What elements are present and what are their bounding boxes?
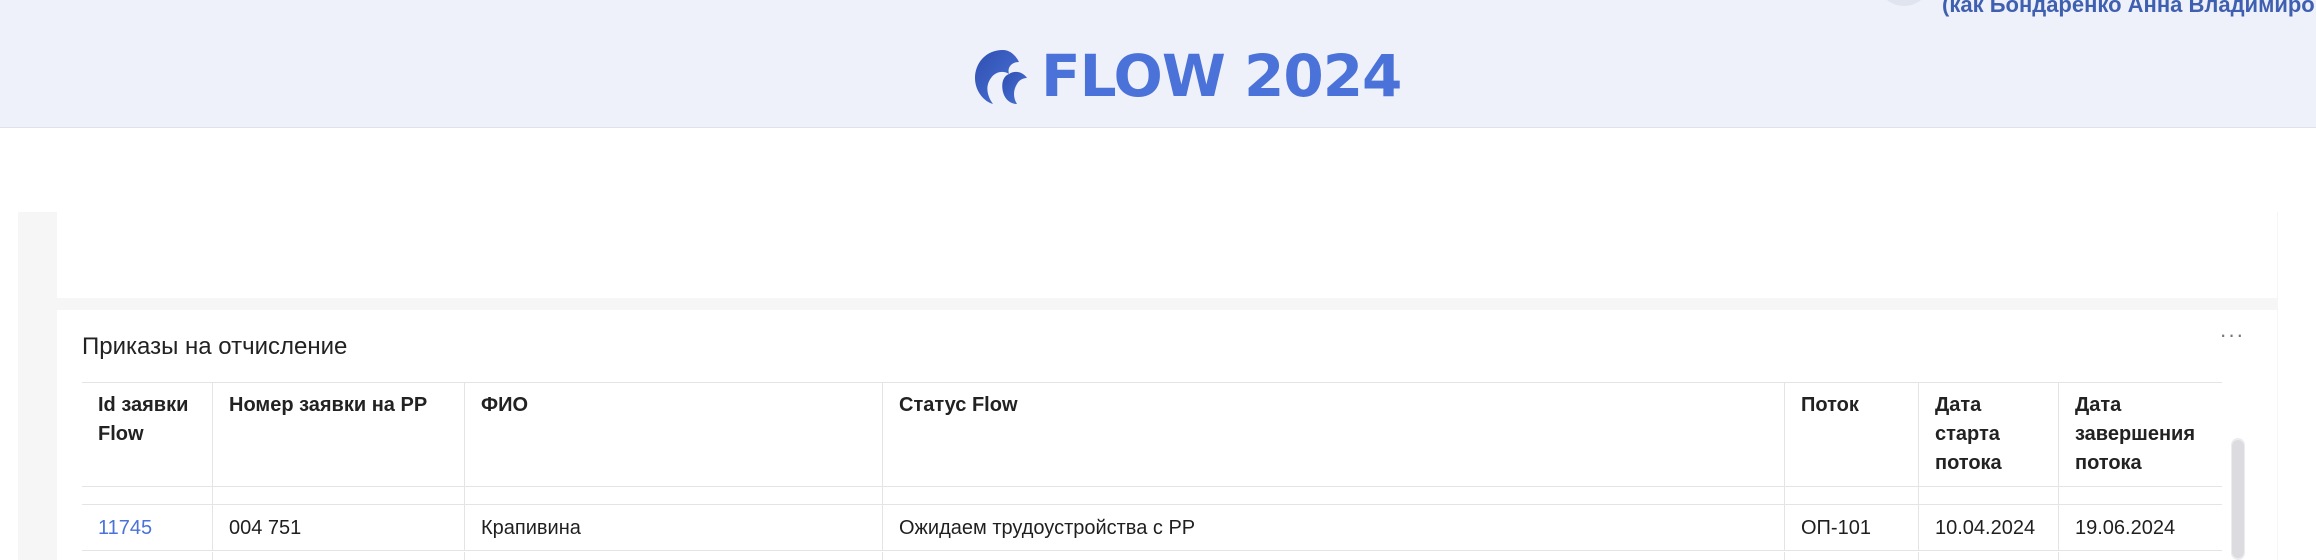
flow-logo-icon	[975, 50, 1027, 104]
table-row-partial	[82, 552, 2222, 560]
column-header-id[interactable]: Id заявки Flow	[82, 383, 213, 488]
cell-start-date: 10.04.2024	[1919, 505, 2059, 551]
column-header-end-date[interactable]: Дата завершения потока	[2059, 383, 2222, 488]
scrollbar-thumb[interactable]	[2232, 440, 2244, 558]
table-header: Id заявки Flow Номер заявки на РР ФИО Ст…	[82, 382, 2222, 488]
empty-widget	[57, 212, 2277, 298]
column-header-number[interactable]: Номер заявки на РР	[213, 383, 465, 488]
table-row[interactable]: 11745 004 751 Крапивина Ожидаем трудоуст…	[82, 505, 2222, 551]
cell-stream: ОП-101	[1785, 505, 1919, 551]
column-header-start-date[interactable]: Дата старта потока	[1919, 383, 2059, 488]
vertical-scrollbar[interactable]	[2231, 438, 2245, 560]
impersonation-label: (как Бондаренко Анна Владимировна)	[1942, 0, 2316, 17]
flow-id-link[interactable]: 11745	[98, 517, 152, 539]
widget-dismissal-orders: Приказы на отчисление ··· Id заявки Flow…	[57, 310, 2277, 560]
app-logo[interactable]: FLOW 2024	[973, 42, 1402, 110]
column-header-stream[interactable]: Поток	[1785, 383, 1919, 488]
app-title: FLOW 2024	[1041, 42, 1402, 110]
app-header: (как Бондаренко Анна Владимировна) FLOW …	[0, 0, 2316, 128]
cell-number: 004 751	[213, 505, 465, 551]
cell-status: Ожидаем трудоустройства с РР	[883, 505, 1785, 551]
cell-end-date: 19.06.2024	[2075, 517, 2176, 539]
widget-title: Приказы на отчисление	[82, 333, 348, 360]
data-table: Id заявки Flow Номер заявки на РР ФИО Ст…	[82, 382, 2222, 560]
avatar[interactable]	[1880, 0, 1928, 6]
more-icon[interactable]: ···	[2215, 324, 2249, 348]
cell-fio: Крапивина	[465, 505, 883, 551]
column-header-fio[interactable]: ФИО	[465, 383, 883, 488]
table-row-clipped	[82, 487, 2222, 505]
column-header-status[interactable]: Статус Flow	[883, 383, 1785, 488]
